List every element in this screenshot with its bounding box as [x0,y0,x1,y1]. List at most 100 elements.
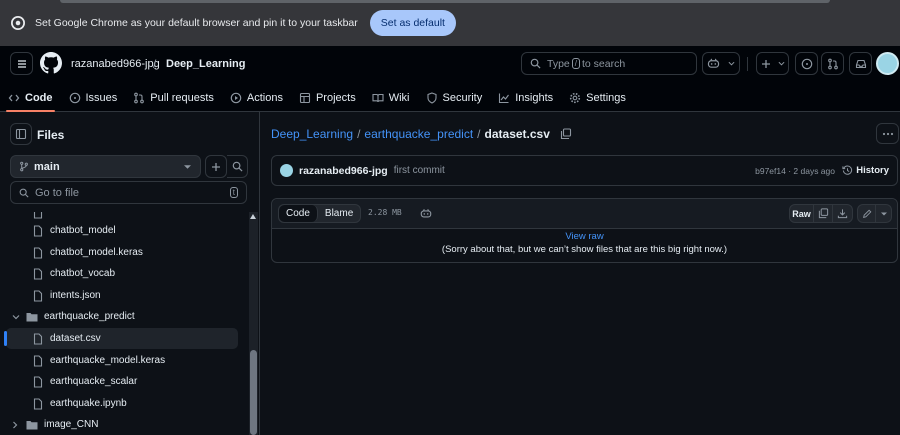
tab-issues[interactable]: Issues [61,84,126,112]
breadcrumb-repo-link[interactable]: Deep_Learning [271,127,353,141]
tree-item-label: earthquacke_scalar [50,376,138,387]
tab-strip-edge [60,0,830,3]
tab-projects[interactable]: Projects [291,84,364,112]
tab-code[interactable]: Code [0,84,61,112]
history-button[interactable]: History [842,165,889,176]
breadcrumb-separator: / [357,127,361,141]
issues-button[interactable] [795,52,818,75]
commit-message[interactable]: first commit [394,165,445,176]
chrome-default-browser-infobar: Set Google Chrome as your default browse… [0,0,900,46]
book-icon [372,93,384,103]
blame-view-tab[interactable]: Blame [318,205,360,222]
search-placeholder-post: to search [582,57,626,70]
breadcrumb-separator: / [477,127,481,141]
file-viewer: Code Blame 2.28 MB Raw View raw (Sorry a… [271,198,898,263]
tab-settings[interactable]: Settings [561,84,634,112]
pull-requests-button[interactable] [821,52,844,75]
repo-owner-link[interactable]: razanabed966-jpg [71,58,160,70]
repo-name-link[interactable]: Deep_Learning [166,58,245,70]
download-icon [837,209,848,219]
branch-selector[interactable]: main [10,155,201,178]
more-options-button[interactable] [876,123,899,144]
caret-down-icon [184,164,191,169]
repo-tabs: Code Issues Pull requests Actions Projec… [0,84,634,112]
view-raw-link[interactable]: View raw [272,231,897,243]
shield-icon [426,92,437,104]
folder-open-icon [26,312,38,321]
git-pull-request-icon [134,92,145,104]
file-tree-scrollbar[interactable] [249,212,258,435]
tree-item-file[interactable]: earthquake.ipynb [6,393,238,414]
tree-item-file[interactable]: chatbot_model.keras [6,242,238,263]
tab-label: Security [442,92,483,104]
copilot-button[interactable] [702,52,740,75]
go-to-file-input[interactable]: Go to file t [10,181,247,204]
code-view-tab[interactable]: Code [279,205,318,222]
plus-icon [761,59,770,68]
files-heading: Files [37,128,65,142]
edit-file-button[interactable] [858,205,876,222]
tree-item-folder[interactable]: earthquacke_predict [6,306,238,327]
tab-actions[interactable]: Actions [222,84,291,112]
tab-wiki[interactable]: Wiki [364,84,418,112]
code-icon [8,94,20,102]
chevron-right-icon [13,421,18,428]
breadcrumb: Deep_Learning / earthquacke_predict / da… [271,127,572,141]
tree-item-folder[interactable]: image_CNN [6,414,238,435]
set-as-default-button[interactable]: Set as default [369,10,456,36]
copy-icon [818,208,828,219]
tree-item-label: earthquacke_model.keras [50,355,166,366]
search-placeholder-pre: Type [547,57,570,70]
avatar[interactable] [876,52,899,75]
sidebar-collapse-icon [15,128,27,140]
copilot-icon[interactable] [420,208,432,219]
tree-item-file[interactable]: intents.json [6,285,238,306]
tree-item-file[interactable]: earthquacke_scalar [6,371,238,392]
github-logo-icon[interactable] [40,52,62,74]
breadcrumb-folder-link[interactable]: earthquacke_predict [364,127,473,141]
tab-label: Insights [515,92,554,104]
commit-meta[interactable]: b97ef14 · 2 days ago [755,166,835,176]
tab-security[interactable]: Security [418,84,491,112]
code-blame-toggle: Code Blame [278,204,362,223]
go-to-file-shortcut: t [229,187,238,198]
table-icon [299,92,311,104]
edit-options-dropdown[interactable] [876,205,891,222]
tree-item-file[interactable]: chatbot_vocab [6,263,238,284]
scroll-up-arrow-icon[interactable] [250,214,256,219]
tree-item-label: chatbot_vocab [50,268,116,279]
scroll-thumb[interactable] [250,350,257,435]
tree-item-file-selected[interactable]: dataset.csv [4,328,238,349]
collapse-sidebar-button[interactable] [10,123,32,145]
file-viewer-header: Code Blame 2.28 MB Raw [272,199,897,229]
tree-item-label: chatbot_model.keras [50,247,143,258]
search-input[interactable]: Type / to search [521,52,697,75]
tab-label: Actions [246,92,283,104]
chevron-down-icon [728,61,735,66]
copilot-icon [707,58,720,68]
file-icon [33,354,43,367]
copy-raw-button[interactable] [814,205,833,222]
search-files-button[interactable] [227,155,248,178]
add-file-button[interactable] [205,155,227,178]
history-icon [842,165,853,175]
download-button[interactable] [833,205,852,222]
inbox-button[interactable] [849,52,872,75]
file-icon [33,289,43,302]
tab-pull-requests[interactable]: Pull requests [125,84,222,112]
breadcrumb-current-file: dataset.csv [484,127,550,141]
tree-item-file[interactable]: earthquacke_model.keras [6,350,238,371]
commit-author-avatar[interactable] [280,164,293,177]
menu-button[interactable] [10,52,33,75]
tab-label: Projects [315,92,356,104]
create-new-button[interactable] [756,52,789,75]
raw-button[interactable]: Raw [790,205,814,222]
tree-item-file[interactable]: chatbot_model [6,220,238,241]
infobar-message: Set Google Chrome as your default browse… [35,17,358,29]
copy-path-icon[interactable] [560,128,572,140]
tree-item-label: earthquake.ipynb [50,398,127,409]
tab-insights[interactable]: Insights [490,84,561,112]
latest-commit-box: razanabed966-jpg first commit b97ef14 · … [271,155,898,186]
commit-author[interactable]: razanabed966-jpg [299,165,388,177]
file-too-big-message: (Sorry about that, but we can’t show fil… [441,244,728,255]
